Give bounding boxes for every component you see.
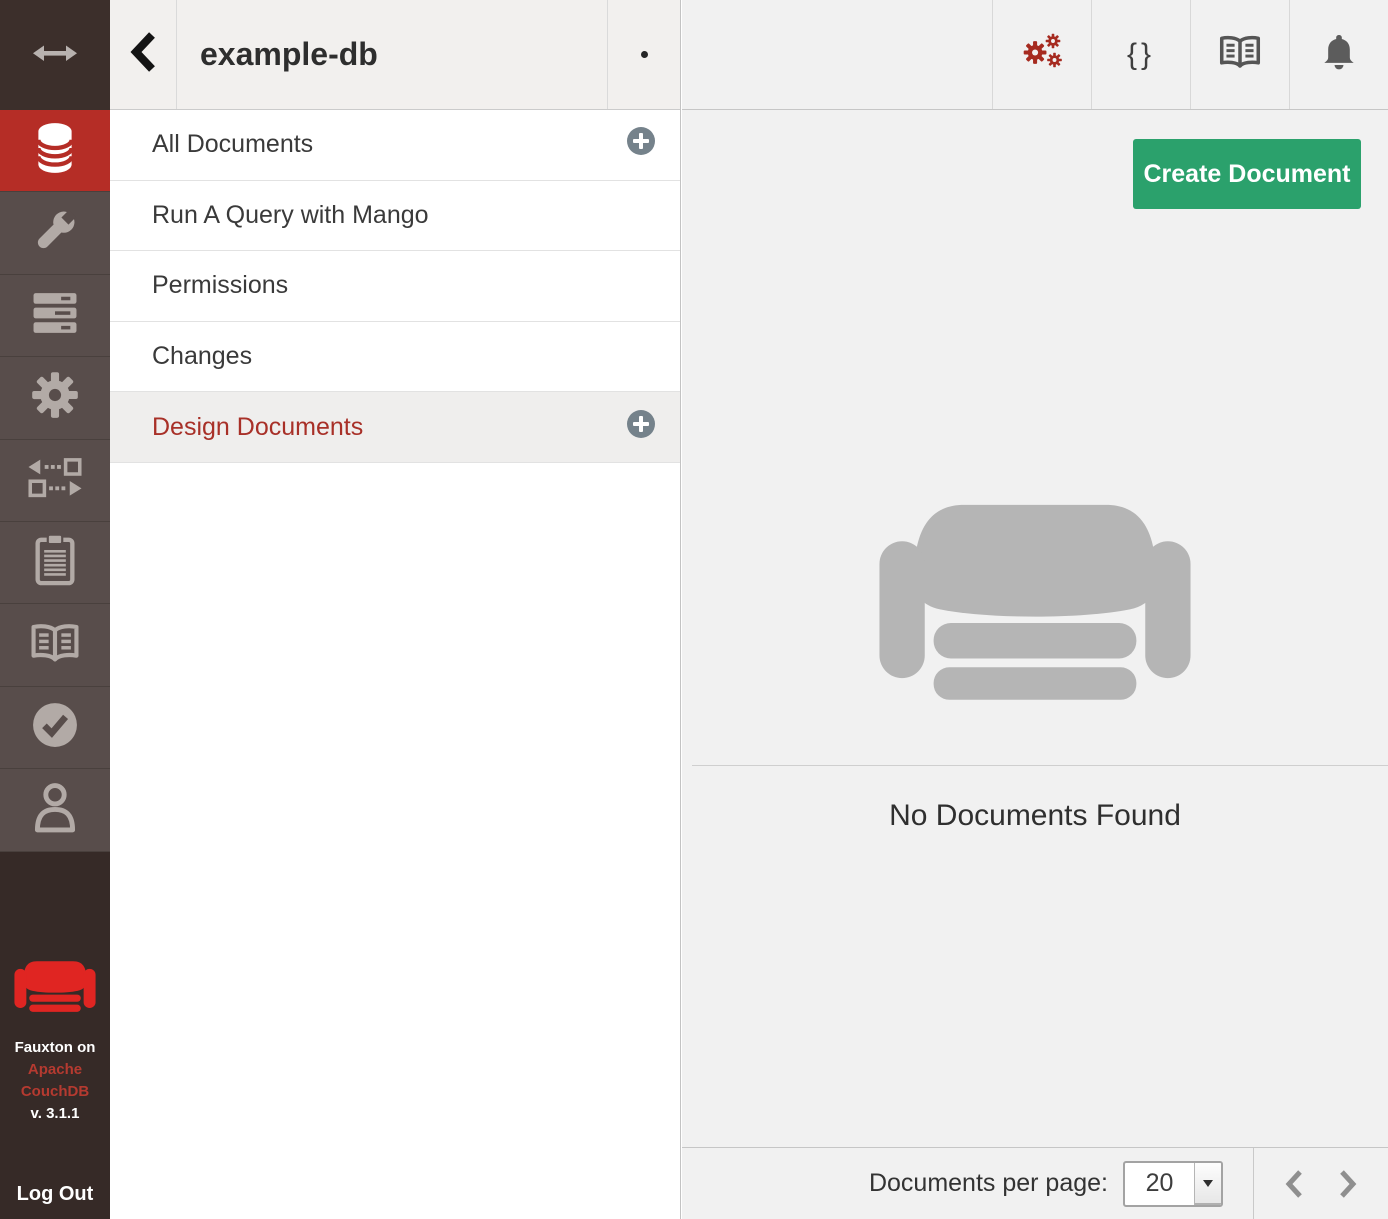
per-page-select[interactable]: 20: [1123, 1161, 1223, 1207]
main-content: {}: [682, 0, 1388, 1219]
caret-down-icon: [1203, 1180, 1213, 1187]
previous-page-button[interactable]: [1279, 1164, 1309, 1204]
database-panel-header: example-db: [110, 0, 680, 110]
kebab-menu-icon: [641, 51, 648, 58]
next-page-button[interactable]: [1333, 1164, 1363, 1204]
empty-couch-illustration: [878, 483, 1193, 706]
sidebar-expand-button[interactable]: [0, 0, 110, 110]
database-options-button[interactable]: [607, 0, 680, 109]
pager-controls: [1253, 1148, 1388, 1219]
settings-gears-button[interactable]: [992, 0, 1091, 109]
brand-line: CouchDB: [15, 1081, 96, 1103]
app-version-info: Fauxton on Apache CouchDB v. 3.1.1: [15, 1037, 96, 1125]
menu-item-permissions[interactable]: Permissions: [110, 251, 680, 322]
server-stack-icon: [30, 290, 80, 341]
notifications-bell-icon: [1320, 32, 1358, 77]
sidebar-item-database[interactable]: [0, 110, 110, 192]
wrench-icon: [30, 206, 80, 261]
json-api-button[interactable]: {}: [1091, 0, 1190, 109]
menu-item-mango-query[interactable]: Run A Query with Mango: [110, 181, 680, 252]
chevron-left-icon: [130, 32, 156, 77]
sidebar-item-servers[interactable]: [0, 275, 110, 357]
database-menu: All Documents Run A Query with Mango Per…: [110, 110, 680, 463]
version-label: v. 3.1.1: [15, 1103, 96, 1125]
replication-icon: [27, 457, 83, 504]
menu-item-label: All Documents: [152, 130, 626, 159]
menu-item-design-documents[interactable]: Design Documents: [110, 392, 680, 463]
main-toolbar: {}: [682, 0, 1388, 110]
brand-line: Fauxton on: [15, 1037, 96, 1059]
gear-icon: [30, 370, 80, 425]
logout-button[interactable]: Log Out: [17, 1183, 94, 1206]
sidebar-item-check[interactable]: [0, 687, 110, 769]
sidebar-item-gear[interactable]: [0, 357, 110, 439]
menu-item-label: Design Documents: [152, 413, 626, 442]
database-panel: example-db All Documents Run A Query wit…: [110, 0, 681, 1219]
check-circle-icon: [29, 699, 81, 756]
no-documents-message: No Documents Found: [682, 799, 1388, 833]
user-icon: [33, 781, 77, 838]
sidebar-footer: Fauxton on Apache CouchDB v. 3.1.1 Log O…: [0, 852, 110, 1219]
per-page-value: 20: [1125, 1163, 1194, 1205]
sidebar-item-wrench[interactable]: [0, 192, 110, 274]
menu-item-changes[interactable]: Changes: [110, 322, 680, 393]
toolbar-spacer: [682, 0, 992, 109]
menu-item-label: Changes: [152, 342, 656, 371]
sidebar-item-clipboard[interactable]: [0, 522, 110, 604]
select-arrow-button[interactable]: [1194, 1163, 1221, 1205]
notifications-button[interactable]: [1289, 0, 1388, 109]
documents-empty-state: Create Document No Documents Found: [682, 111, 1388, 1147]
pagination-footer: Documents per page: 20: [682, 1147, 1388, 1219]
docs-book-icon: [1217, 33, 1263, 76]
database-title: example-db: [177, 0, 607, 109]
expand-arrows-icon: [33, 43, 77, 68]
couchdb-couch-icon: [13, 956, 97, 1023]
add-plus-icon[interactable]: [626, 409, 656, 446]
add-plus-icon[interactable]: [626, 126, 656, 163]
clipboard-icon: [33, 534, 77, 591]
sidebar-item-replication[interactable]: [0, 440, 110, 522]
per-page-label: Documents per page:: [869, 1169, 1108, 1198]
create-document-button[interactable]: Create Document: [1133, 139, 1361, 209]
documentation-button[interactable]: [1190, 0, 1289, 109]
brand-line: Apache: [15, 1059, 96, 1081]
content-divider: [692, 765, 1388, 766]
menu-item-all-documents[interactable]: All Documents: [110, 110, 680, 181]
menu-item-label: Run A Query with Mango: [152, 201, 656, 230]
sidebar-item-book[interactable]: [0, 604, 110, 686]
back-button[interactable]: [110, 0, 177, 109]
sidebar-item-user[interactable]: [0, 769, 110, 851]
book-icon: [28, 621, 82, 670]
database-icon: [34, 121, 76, 180]
menu-item-label: Permissions: [152, 271, 656, 300]
app-sidebar: Fauxton on Apache CouchDB v. 3.1.1 Log O…: [0, 0, 110, 1219]
settings-gears-icon: [1020, 31, 1064, 78]
json-braces-icon: {}: [1127, 38, 1155, 72]
